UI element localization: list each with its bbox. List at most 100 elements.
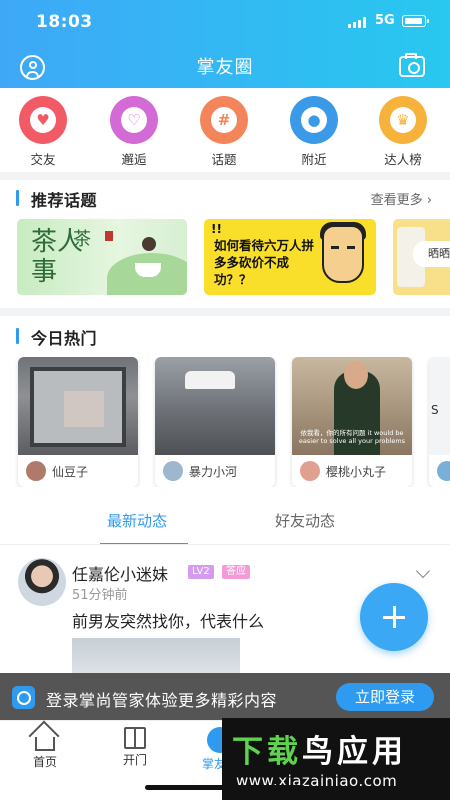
login-banner: 登录掌尚管家体验更多精彩内容 立即登录: [0, 673, 450, 720]
recommended-header: 推荐话题 查看更多 ›: [0, 186, 450, 210]
page-title: 掌友圈: [196, 57, 254, 78]
nav-home[interactable]: 首页: [15, 727, 75, 770]
topic-carousel[interactable]: 茶人事 茶 !! 如何看待六万人拼多多砍价不成功？？ 晒晒: [0, 219, 450, 295]
see-more-link[interactable]: 查看更多 ›: [371, 189, 432, 208]
hot-card-image: 依我看，你的所有问题 it would be easier to solve a…: [292, 357, 412, 455]
category-friends[interactable]: ♥ 交友: [13, 96, 73, 168]
hot-card[interactable]: 暴力小河: [155, 357, 275, 487]
hot-today-carousel[interactable]: 仙豆子 暴力小河 依我看，你的所有问题 it would be easier t…: [0, 357, 450, 487]
hot-card-user: 樱桃小丸子: [326, 464, 387, 479]
hot-card[interactable]: 依我看，你的所有问题 it would be easier to solve a…: [292, 357, 412, 487]
hot-card-footer: 樱桃小丸子: [292, 455, 412, 487]
network-label: 5G: [375, 13, 395, 28]
category-label: 邂逅: [121, 152, 147, 167]
nav-open-door[interactable]: 开门: [105, 727, 165, 768]
category-topics[interactable]: # 话题: [194, 96, 254, 168]
category-encounter[interactable]: ♡ 邂逅: [104, 96, 164, 168]
location-pin-icon: ●: [290, 96, 338, 144]
topic-subtitle: 茶: [73, 229, 91, 250]
hot-card-footer: 仙豆子: [18, 455, 138, 487]
section-marker: [16, 190, 19, 206]
post-time: 51分钟前: [72, 588, 128, 603]
status-time: 18:03: [36, 12, 93, 32]
level-badge: LV2: [188, 565, 214, 579]
crown-icon: ♛: [379, 96, 427, 144]
window-shape: [30, 367, 126, 447]
app-header: 18:03 5G 掌友圈: [0, 0, 450, 88]
watermark-title-white: 鸟应用: [302, 734, 407, 770]
hot-card-footer: 暴力小河: [155, 455, 275, 487]
hot-today-header: 今日热门: [0, 324, 450, 348]
section-marker: [16, 328, 19, 344]
topic-card[interactable]: !! 如何看待六万人拼多多砍价不成功？？: [204, 219, 376, 295]
home-icon: [35, 737, 55, 751]
post-author[interactable]: 任嘉伦小迷妹: [72, 561, 168, 585]
login-button[interactable]: 立即登录: [336, 683, 434, 711]
hot-card[interactable]: S: [429, 357, 450, 487]
figure-shape: [142, 237, 156, 251]
section-divider: [0, 308, 450, 316]
avatar[interactable]: [18, 558, 66, 606]
hot-card[interactable]: 仙豆子: [18, 357, 138, 487]
category-ranking[interactable]: ♛ 达人榜: [373, 96, 433, 168]
cartoon-eye: [347, 246, 355, 249]
post-image[interactable]: [72, 638, 240, 678]
nav-label: 开门: [122, 753, 147, 767]
section-title: 推荐话题: [31, 191, 98, 210]
hot-card-image: [18, 357, 138, 455]
camera-icon[interactable]: [399, 53, 425, 77]
category-row: ♥ 交友 ♡ 邂逅 # 话题 ● 附近 ♛ 达人榜: [0, 96, 450, 168]
seal-stamp: [105, 231, 113, 241]
battery-icon: [402, 15, 429, 27]
topic-title: 晒晒: [413, 241, 450, 267]
pulse-heart-icon: ♡: [110, 96, 158, 144]
avatar: [26, 461, 46, 481]
cartoon-face: [322, 225, 364, 283]
category-label: 附近: [301, 152, 327, 167]
video-subtitle: 依我看，你的所有问题 it would be easier to solve a…: [298, 429, 406, 445]
topic-card[interactable]: 晒晒: [393, 219, 450, 295]
door-icon: [124, 727, 146, 749]
person-head: [344, 361, 368, 389]
post-text[interactable]: 前男友突然找你，代表什么: [72, 608, 264, 632]
home-indicator: [145, 785, 305, 790]
tag-badge: 答应: [222, 565, 250, 579]
section-divider: [0, 172, 450, 180]
card-snippet: S: [431, 403, 439, 417]
category-label: 达人榜: [384, 152, 422, 167]
tab-friends[interactable]: 好友动态: [275, 510, 335, 531]
watermark-title-green: 下载: [232, 734, 302, 770]
avatar: [300, 461, 320, 481]
hashtag-icon: #: [200, 96, 248, 144]
category-nearby[interactable]: ● 附近: [284, 96, 344, 168]
hot-card-user: 暴力小河: [189, 464, 238, 479]
exclaim-mark: !!: [211, 222, 222, 236]
feed-tabs: 最新动态 好友动态: [0, 510, 450, 545]
tab-latest[interactable]: 最新动态: [107, 510, 167, 531]
avatar: [437, 461, 450, 481]
app-logo-icon: [12, 686, 35, 709]
hot-card-user: 仙豆子: [52, 464, 89, 479]
signal-icon: [348, 17, 370, 28]
status-bar: 18:03 5G: [0, 0, 450, 44]
chevron-down-icon[interactable]: [415, 563, 431, 579]
category-label: 交友: [30, 152, 56, 167]
see-more-label: 查看更多: [370, 193, 423, 208]
heart-icon: ♥: [19, 96, 67, 144]
add-post-button[interactable]: [360, 583, 428, 651]
hot-card-image: [155, 357, 275, 455]
nav-label: 首页: [32, 755, 57, 769]
chevron-right-icon: ›: [426, 193, 432, 208]
teacup-shape: [135, 263, 161, 277]
login-banner-text: 登录掌尚管家体验更多精彩内容: [46, 691, 278, 710]
hot-card-footer: [429, 455, 450, 487]
watermark-title: 下载鸟应用: [232, 726, 407, 771]
topic-card[interactable]: 茶人事 茶: [17, 219, 187, 295]
cartoon-eye: [331, 246, 339, 249]
topic-title: 如何看待六万人拼多多砍价不成功？？: [214, 238, 315, 287]
section-title: 今日热门: [31, 329, 98, 348]
category-label: 话题: [211, 152, 237, 167]
avatar: [163, 461, 183, 481]
hot-card-image: S: [429, 357, 450, 455]
tabs-divider: [0, 544, 450, 545]
